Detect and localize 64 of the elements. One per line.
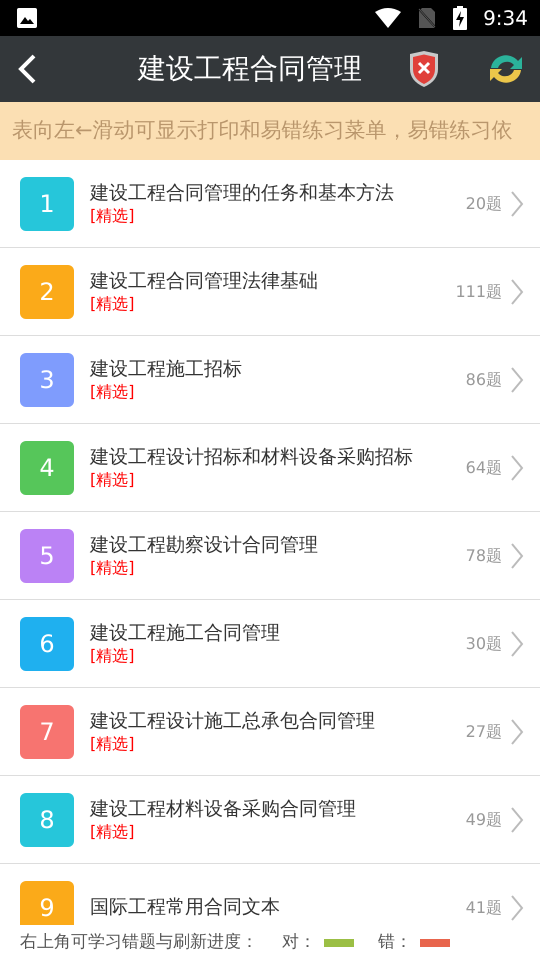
legend-label: 错： [378,930,412,954]
chapter-tag: [精选] [90,822,356,841]
chapter-number: 3 [20,352,74,406]
chapter-number: 7 [20,704,74,758]
battery-charging-icon [453,6,468,30]
chevron-right-icon [510,718,524,746]
chapter-tag: [精选] [90,558,318,577]
chapter-number: 1 [20,176,74,230]
chapter-number: 2 [20,264,74,318]
chapter-number: 4 [20,440,74,494]
chapter-row[interactable]: 2 建设工程合同管理法律基础 [精选] 111题 [0,248,540,336]
chevron-right-icon [510,542,524,570]
question-count: 27题 [466,720,502,742]
question-count: 78题 [466,544,502,566]
no-sim-icon [417,7,438,29]
clock-time: 9:34 [483,5,528,32]
chapter-number: 6 [20,616,74,670]
question-count: 20题 [466,192,502,214]
image-icon [16,7,38,29]
chapter-title: 建设工程材料设备采购合同管理 [90,798,356,822]
chapter-row[interactable]: 1 建设工程合同管理的任务和基本方法 [精选] 20题 [0,160,540,248]
legend-label: 对： [282,930,316,954]
question-count: 111题 [455,280,502,302]
question-count: 49题 [466,808,502,830]
chevron-right-icon [510,630,524,658]
chapter-title: 建设工程合同管理法律基础 [90,270,318,294]
chevron-right-icon [510,366,524,394]
chapter-number: 9 [20,880,74,925]
chapter-row[interactable]: 4 建设工程设计招标和材料设备采购招标 [精选] 64题 [0,424,540,512]
chapter-title: 建设工程合同管理的任务和基本方法 [90,182,394,206]
chapter-tag: [精选] [90,382,242,401]
question-count: 41题 [466,896,502,918]
chevron-right-icon [510,454,524,482]
chapter-tag: [精选] [90,206,394,225]
chapter-row[interactable]: 5 建设工程勘察设计合同管理 [精选] 78题 [0,512,540,600]
shield-x-icon[interactable] [408,51,440,87]
chapter-tag: [精选] [90,646,280,665]
page-title: 建设工程合同管理 [136,51,363,87]
chevron-right-icon [510,806,524,834]
chapter-row[interactable]: 3 建设工程施工招标 [精选] 86题 [0,336,540,424]
wifi-icon [375,8,402,28]
chapter-title: 建设工程施工合同管理 [90,622,280,646]
chapter-tag: [精选] [90,470,413,489]
chapter-title: 建设工程设计招标和材料设备采购招标 [90,446,413,470]
chapter-title: 建设工程设计施工总承包合同管理 [90,710,375,734]
chapter-title: 国际工程常用合同文本 [90,896,280,920]
question-count: 86题 [466,368,502,390]
chevron-right-icon [510,894,524,922]
question-count: 64题 [466,456,502,478]
chapter-tag: [精选] [90,294,318,313]
chapter-row[interactable]: 6 建设工程施工合同管理 [精选] 30题 [0,600,540,688]
chevron-right-icon [510,190,524,218]
chapter-number: 5 [20,528,74,582]
chapter-number: 8 [20,792,74,846]
back-icon[interactable] [16,54,38,84]
chapter-row[interactable]: 8 建设工程材料设备采购合同管理 [精选] 49题 [0,776,540,864]
hint-text: 表向左←滑动可显示打印和易错练习菜单，易错练习依 [12,117,513,144]
chapter-title: 建设工程勘察设计合同管理 [90,534,318,558]
chevron-right-icon [510,278,524,306]
chapter-row[interactable]: 7 建设工程设计施工总承包合同管理 [精选] 27题 [0,688,540,776]
chapter-tag: [精选] [90,734,375,753]
chapter-title: 建设工程施工招标 [90,358,242,382]
footer-hint: 右上角可学习错题与刷新进度： [20,930,258,954]
question-count: 30题 [466,632,502,654]
